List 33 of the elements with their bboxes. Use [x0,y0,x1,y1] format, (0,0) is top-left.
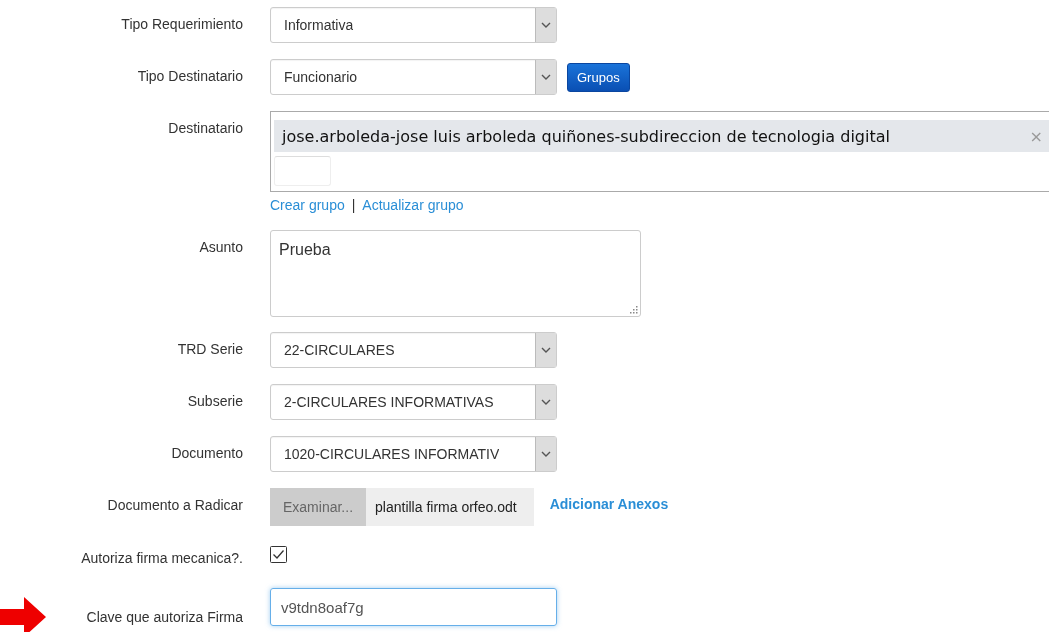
select-field[interactable]: 1020-CIRCULARES INFORMATIV [270,436,557,472]
field-label: Asunto [199,239,243,255]
select-field[interactable]: Informativa [270,7,557,43]
browse-button[interactable]: Examinar... [270,488,367,526]
chevron-down-icon [541,22,551,28]
field-label: Documento [171,445,243,461]
groups-button[interactable]: Grupos [567,62,630,92]
chevron-down-icon [541,451,551,457]
file-name: plantilla firma orfeo.odt [374,499,518,515]
checkbox[interactable] [270,546,287,563]
field-label: Clave que autoriza Firma [86,609,243,625]
field-label: Destinatario [168,120,243,136]
select-field[interactable]: 2-CIRCULARES INFORMATIVAS [270,384,557,420]
field-label: Subserie [187,393,243,409]
add-attachments-link[interactable]: Adicionar Anexos [549,496,669,512]
field-label: Tipo Requerimiento [121,16,243,32]
group-link[interactable]: Actualizar grupo [362,197,464,213]
group-link[interactable]: Crear grupo [270,197,345,213]
chevron-down-icon [541,74,551,80]
select-field[interactable]: Funcionario [270,59,557,95]
field-label: Tipo Destinatario [137,68,243,84]
resize-grip-icon [629,305,638,314]
field-label: TRD Serie [177,341,243,357]
subject-textarea[interactable]: Prueba [270,230,641,317]
password-field[interactable]: v9tdn8oaf7g [270,588,557,626]
recipient-field[interactable]: jose.arboleda-jose luis arboleda quiñones-subdireccion de tecnologia digital × [270,111,1049,192]
link-separator: | [351,197,356,213]
field-label: Autoriza firma mecanica?. [81,550,243,566]
chevron-down-icon [541,347,551,353]
select-field[interactable]: 22-CIRCULARES [270,332,557,368]
chevron-down-icon [541,399,551,405]
field-label: Documento a Radicar [107,497,243,513]
recipient-name: jose.arboleda-jose luis arboleda quiñones-subdireccion de tecnologia digital [282,126,890,146]
